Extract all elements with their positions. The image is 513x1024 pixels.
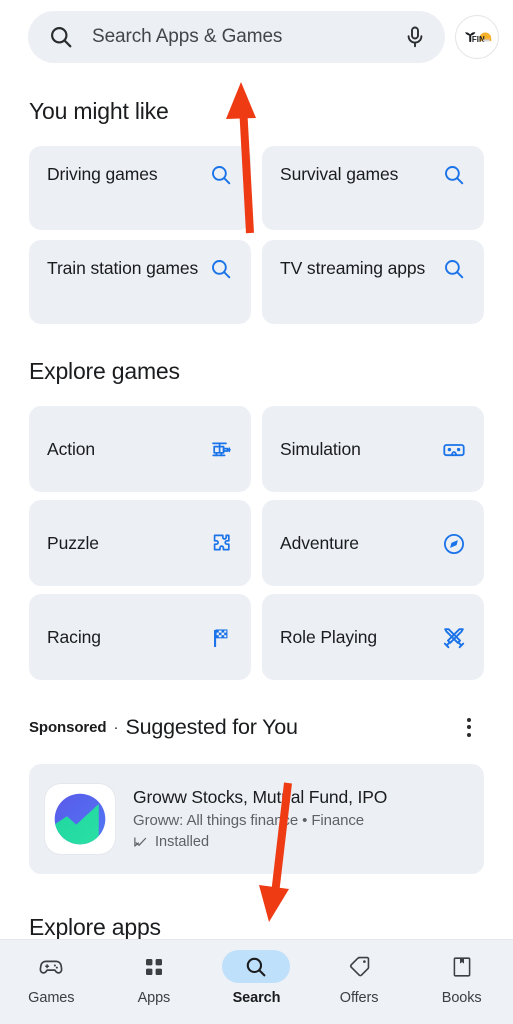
nav-item-books[interactable]: Books <box>410 950 513 1006</box>
book-bookmark-icon <box>453 956 471 977</box>
nav-pill <box>120 950 188 983</box>
nav-pill <box>325 950 393 983</box>
chip-card-train-station-games[interactable]: Train station games <box>29 240 251 324</box>
section-title-you-might-like: You might like <box>29 98 169 124</box>
vr-cardboard-icon <box>443 443 465 456</box>
nav-label: Offers <box>339 990 379 1006</box>
search-input[interactable]: Search Apps & Games <box>28 11 445 63</box>
category-card-action[interactable]: Action <box>29 406 251 492</box>
microphone-icon[interactable] <box>403 25 427 49</box>
profile-avatar-graphic: FIN <box>456 16 498 58</box>
nav-pill-active <box>222 950 291 983</box>
sponsored-header: Sponsored · Suggested for You <box>29 710 484 744</box>
category-card-simulation[interactable]: Simulation <box>262 406 484 492</box>
gamepad-icon <box>39 960 63 974</box>
category-label: Racing <box>47 626 101 647</box>
bottom-navigation-bar: Games Apps Search Offers Books <box>0 939 513 1024</box>
chip-label: Survival games <box>280 164 399 184</box>
category-card-puzzle[interactable]: Puzzle <box>29 500 251 586</box>
app-name: Groww Stocks, Mutual Fund, IPO <box>133 787 388 808</box>
category-label: Action <box>47 438 96 459</box>
nav-item-games[interactable]: Games <box>0 950 103 1006</box>
price-tag-icon <box>349 956 369 977</box>
top-search-bar: Search Apps & Games FIN <box>0 0 513 74</box>
avatar[interactable]: FIN <box>455 15 499 59</box>
more-vertical-icon[interactable] <box>454 712 484 742</box>
chip-card-survival-games[interactable]: Survival games <box>262 146 484 230</box>
search-placeholder-text: Search Apps & Games <box>92 26 283 47</box>
nav-label: Search <box>232 990 281 1006</box>
app-promo-card[interactable]: Groww Stocks, Mutual Fund, IPO Groww: Al… <box>29 764 484 874</box>
search-icon <box>445 260 464 279</box>
installed-check-icon <box>134 837 147 847</box>
chip-card-tv-streaming-apps[interactable]: TV streaming apps <box>262 240 484 324</box>
sponsored-badge: Sponsored <box>29 718 107 736</box>
category-card-racing[interactable]: Racing <box>29 594 251 680</box>
nav-item-offers[interactable]: Offers <box>308 950 411 1006</box>
groww-app-icon <box>45 784 115 854</box>
search-icon <box>51 27 72 48</box>
groww-logo <box>54 793 106 845</box>
grid-apps-icon <box>145 958 162 975</box>
app-subtitle: Groww: All things finance • Finance <box>133 811 365 829</box>
nav-pill <box>17 950 85 983</box>
section-title-explore-games: Explore games <box>29 358 180 384</box>
search-icon <box>212 260 231 279</box>
chip-card-driving-games[interactable]: Driving games <box>29 146 251 230</box>
installed-label: Installed <box>155 834 210 851</box>
app-meta: Groww Stocks, Mutual Fund, IPO Groww: Al… <box>133 786 468 852</box>
search-icon <box>212 166 231 185</box>
crossed-swords-icon <box>443 627 465 648</box>
nav-item-search[interactable]: Search <box>205 950 308 1006</box>
category-card-role-playing[interactable]: Role Playing <box>262 594 484 680</box>
nav-item-apps[interactable]: Apps <box>103 950 206 1006</box>
nav-label: Games <box>28 990 75 1006</box>
sponsored-title: Suggested for You <box>125 714 298 739</box>
search-icon <box>445 166 464 185</box>
puzzle-piece-icon <box>213 534 230 550</box>
app-status: Installed <box>133 833 468 852</box>
play-store-search-screen: Search Apps & Games FIN You might like D… <box>0 0 513 1024</box>
nav-label: Books <box>441 990 482 1006</box>
chip-label: Driving games <box>47 164 158 184</box>
compass-icon <box>443 533 465 554</box>
chip-label: TV streaming apps <box>280 258 426 278</box>
checkered-flag-icon <box>214 628 228 647</box>
helicopter-icon <box>212 442 231 456</box>
chip-label: Train station games <box>47 258 199 278</box>
category-label: Simulation <box>280 438 361 459</box>
category-label: Adventure <box>280 532 359 553</box>
category-label: Puzzle <box>47 532 99 553</box>
nav-pill <box>428 950 496 983</box>
category-label: Role Playing <box>280 626 378 647</box>
separator-dot: · <box>113 718 119 736</box>
category-card-adventure[interactable]: Adventure <box>262 500 484 586</box>
section-title-explore-apps: Explore apps <box>29 914 161 940</box>
nav-label: Apps <box>137 990 171 1006</box>
search-icon <box>247 957 266 976</box>
